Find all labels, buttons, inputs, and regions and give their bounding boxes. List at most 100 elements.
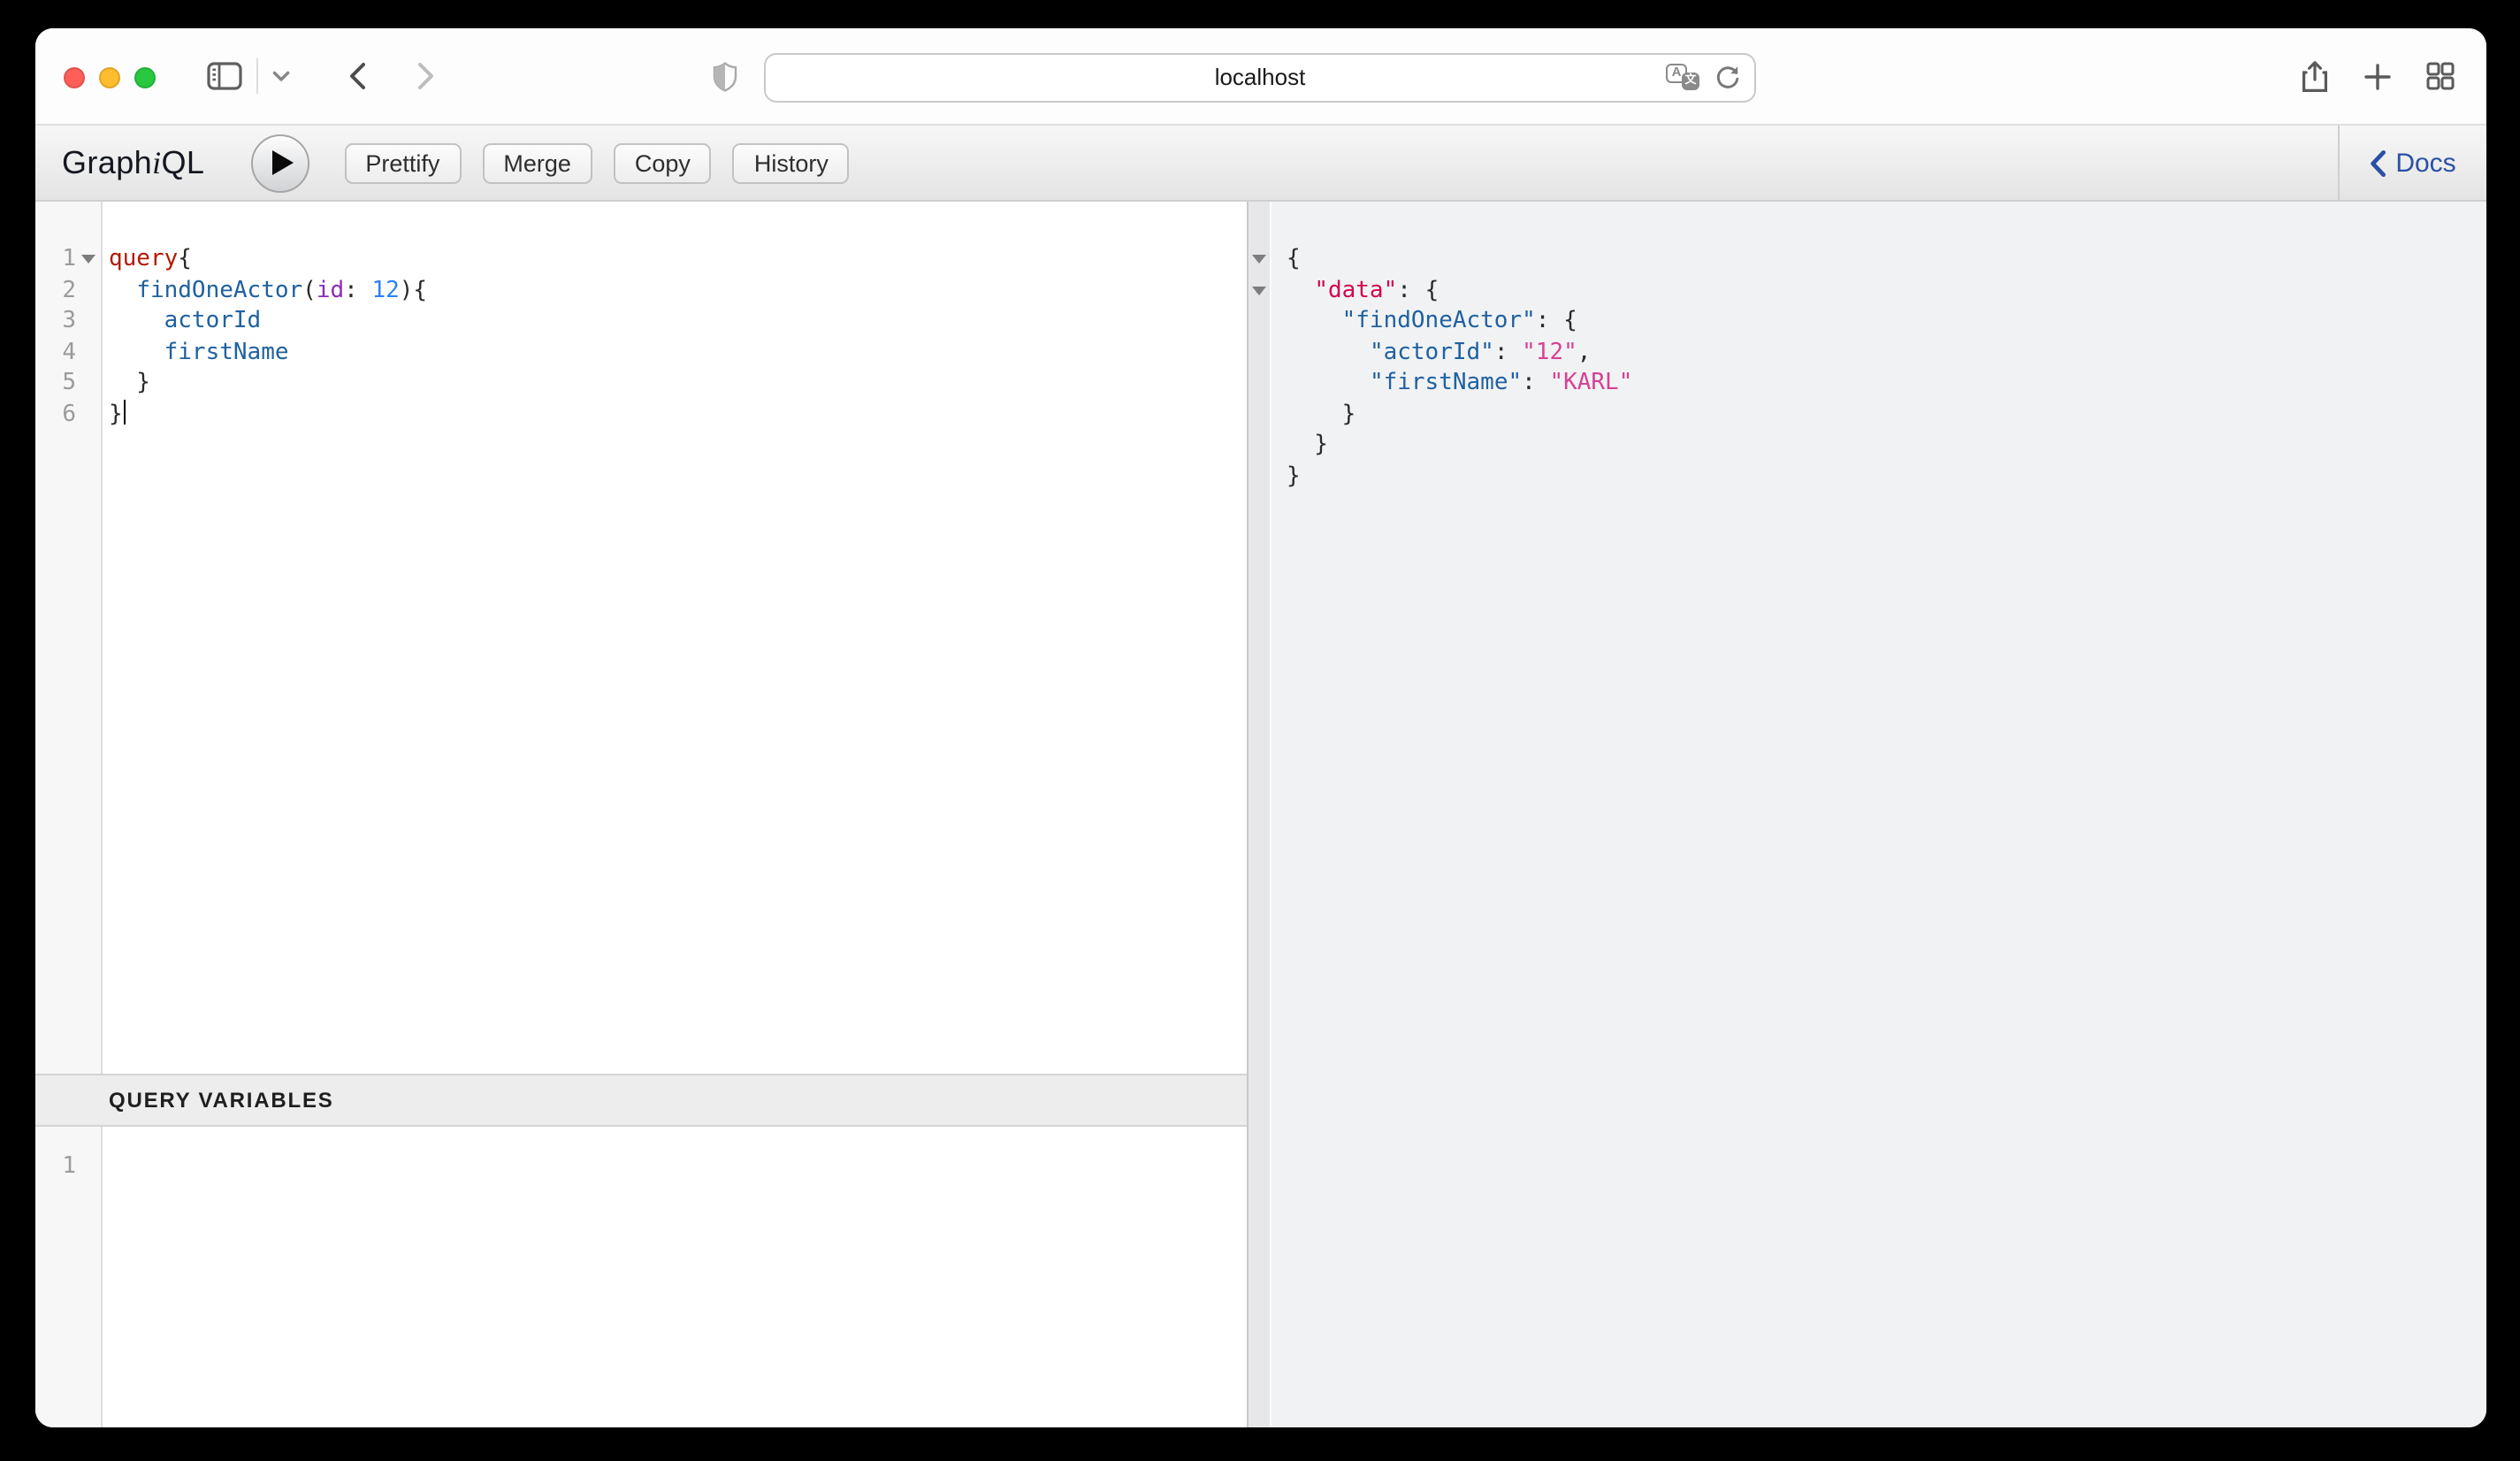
query-pane: 123456 query{ findOneActor(id: 12){ acto… [35,202,1249,1427]
reload-icon [1714,63,1742,91]
result-pane: { "data": { "findOneActor": { "actorId":… [1249,202,2486,1427]
translate-icon[interactable]: A 文 [1666,64,1699,90]
tab-overview-button[interactable] [2426,62,2455,90]
browser-chrome: localhost A 文 [35,28,2486,124]
grid-icon [2426,62,2455,90]
code-token: "firstName" [1370,370,1522,396]
code-line: } [109,368,427,399]
code-token [109,308,164,334]
gutter-line: 4 [35,337,100,368]
code-token: } [109,401,123,427]
code-line: actorId [109,306,427,337]
fold-column[interactable] [76,244,100,275]
code-line: "data": { [1287,275,1632,306]
line-number: 5 [35,368,76,399]
address-bar[interactable]: localhost A 文 [764,52,1756,102]
code-line: query{ [109,244,427,275]
chevron-left-icon [348,62,366,90]
fold-column[interactable] [1249,275,1270,306]
query-editor-gutter: 123456 [35,202,102,1074]
code-token [1287,370,1370,396]
fold-column [76,275,100,306]
code-token: "12" [1522,339,1577,365]
code-line: } [1287,461,1632,492]
gutter-line: 2 [35,275,100,306]
line-number: 6 [35,399,76,430]
merge-button[interactable]: Merge [482,142,592,183]
sidebar-icon [207,62,242,90]
chevron-down-icon [272,70,290,82]
reload-button[interactable] [1714,63,1742,91]
fold-column[interactable] [1249,244,1270,275]
code-line: "findOneActor": { [1287,306,1632,337]
code-token: : [1522,370,1549,396]
code-line: } [109,399,427,430]
gutter-line [1249,244,1270,275]
gutter-line: 1 [35,244,100,275]
query-editor-code[interactable]: query{ findOneActor(id: 12){ actorId fir… [102,202,427,1074]
sidebar-dropdown-button[interactable] [267,58,295,94]
gutter-line: 1 [35,1151,100,1182]
code-token: } [109,370,150,396]
code-token: } [1287,401,1355,427]
code-line: { [1287,244,1632,275]
query-variables-bar[interactable]: QUERY VARIABLES [35,1074,1247,1127]
fold-arrow-icon[interactable] [1252,256,1266,264]
docs-button[interactable]: Docs [2337,126,2486,200]
gutter-line: 3 [35,306,100,337]
code-token: { [1287,246,1301,272]
code-token [1287,277,1314,303]
code-token: } [1287,432,1328,458]
zoom-button[interactable] [134,66,156,88]
code-token [109,339,164,365]
code-token: { [178,246,192,272]
code-token: id [317,277,344,303]
back-button[interactable] [334,53,380,99]
code-token: { [1563,308,1577,334]
docs-label: Docs [2395,148,2455,178]
code-token: query [109,246,178,272]
code-token [1287,339,1370,365]
forward-button[interactable] [403,53,449,99]
line-number: 4 [35,337,76,368]
window-controls [64,66,156,88]
prettify-button[interactable]: Prettify [344,142,461,183]
new-tab-button[interactable] [2364,63,2391,89]
code-token: findOneActor [136,277,302,303]
execute-button[interactable] [250,134,309,192]
minimize-button[interactable] [99,66,120,88]
text-cursor [124,399,126,424]
plus-icon [2364,63,2391,89]
variables-editor-code[interactable] [102,1127,109,1427]
share-button[interactable] [2301,59,2329,93]
variables-editor-gutter: 1 [35,1127,102,1427]
chevron-left-icon [2369,149,2385,176]
fold-arrow-icon[interactable] [1252,287,1266,295]
history-button[interactable]: History [733,142,850,183]
line-number: 1 [35,244,76,275]
code-token [1287,308,1342,334]
sidebar-toggle-button[interactable] [203,55,246,97]
copy-button[interactable]: Copy [614,142,712,183]
code-line: "actorId": "12", [1287,337,1632,368]
code-line: firstName [109,337,427,368]
fold-arrow-icon[interactable] [81,256,95,264]
privacy-shield-icon[interactable] [713,62,737,92]
share-icon [2301,59,2329,93]
url-text: localhost [1215,64,1306,90]
chevron-right-icon [417,62,435,90]
variables-editor[interactable]: 1 [35,1127,1247,1427]
code-token: { [1425,277,1439,303]
result-gutter [1249,202,1271,1427]
code-token: actorId [164,308,262,334]
divider [256,58,258,94]
code-token: 12 [371,277,399,303]
query-variables-title: QUERY VARIABLES [35,1088,334,1113]
query-editor[interactable]: 123456 query{ findOneActor(id: 12){ acto… [35,202,1247,1074]
browser-window: localhost A 文 [35,28,2486,1427]
code-token: "actorId" [1370,339,1494,365]
result-code: { "data": { "findOneActor": { "actorId":… [1287,202,1632,492]
close-button[interactable] [64,66,85,88]
code-line: findOneActor(id: 12){ [109,275,427,306]
code-line: } [1287,399,1632,430]
